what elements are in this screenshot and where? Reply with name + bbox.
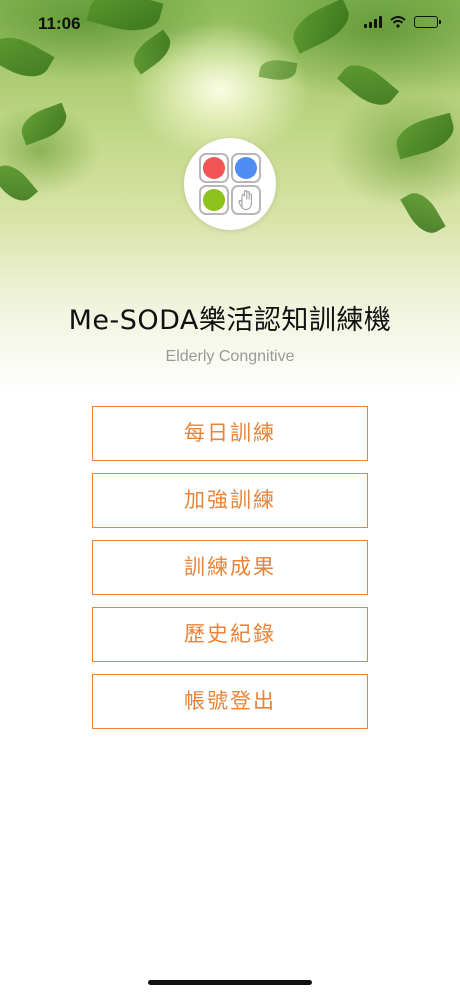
status-icons	[364, 16, 441, 28]
logo-blue-tile	[231, 153, 261, 183]
training-results-button[interactable]: 訓練成果	[92, 540, 368, 595]
status-time: 11:06	[38, 14, 81, 33]
battery-icon	[414, 16, 441, 28]
leaf-decoration	[400, 186, 446, 240]
wifi-icon	[390, 16, 406, 28]
blue-dot-icon	[235, 157, 257, 179]
logo-hand-tile	[231, 185, 261, 215]
signal-icon	[364, 16, 382, 28]
red-dot-icon	[203, 157, 225, 179]
green-dot-icon	[203, 189, 225, 211]
leaf-decoration	[0, 157, 39, 209]
leaf-decoration	[391, 112, 459, 160]
logo-green-tile	[199, 185, 229, 215]
logout-button[interactable]: 帳號登出	[92, 674, 368, 729]
leaf-decoration	[16, 102, 72, 146]
app-title: Me-SODA樂活認知訓練機	[68, 305, 392, 336]
app-logo	[184, 138, 276, 230]
hand-pointer-icon	[238, 189, 252, 211]
app-subtitle: Elderly Congnitive	[165, 348, 295, 365]
leaf-decoration	[336, 55, 400, 115]
daily-training-button[interactable]: 每日訓練	[92, 406, 368, 461]
home-indicator[interactable]	[148, 980, 312, 985]
status-bar: 11:06	[0, 0, 460, 48]
main-menu: 每日訓練 加強訓練 訓練成果 歷史紀錄 帳號登出	[92, 406, 368, 741]
logo-red-tile	[199, 153, 229, 183]
history-records-button[interactable]: 歷史紀錄	[92, 607, 368, 662]
intensive-training-button[interactable]: 加強訓練	[92, 473, 368, 528]
leaf-decoration	[258, 57, 298, 83]
